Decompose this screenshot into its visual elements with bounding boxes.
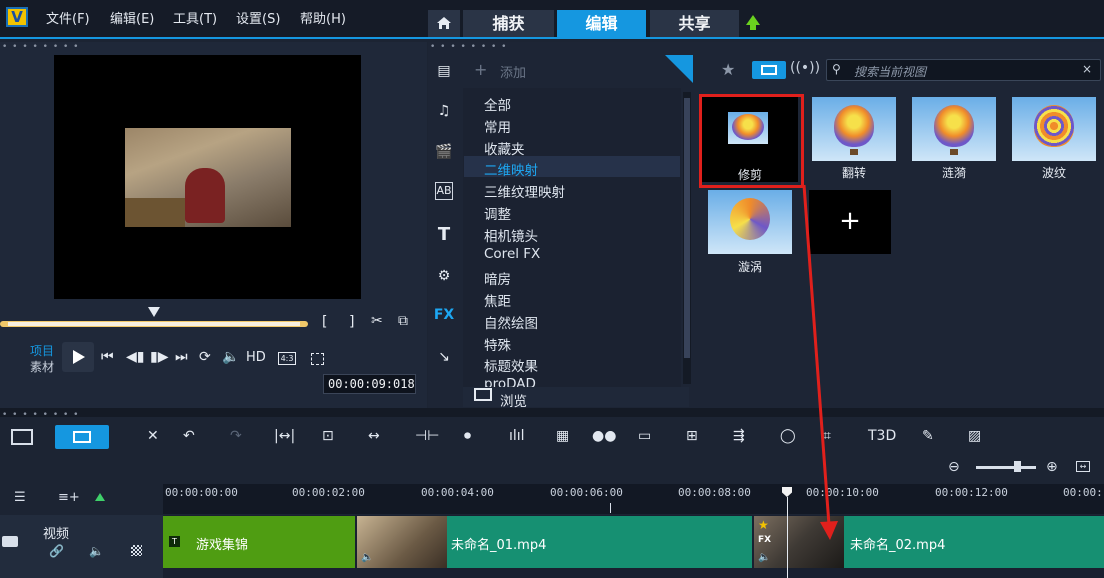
annotation-arrow-head (820, 521, 838, 540)
annotation-arrow-line (802, 184, 831, 526)
annotation-arrow (802, 184, 838, 540)
